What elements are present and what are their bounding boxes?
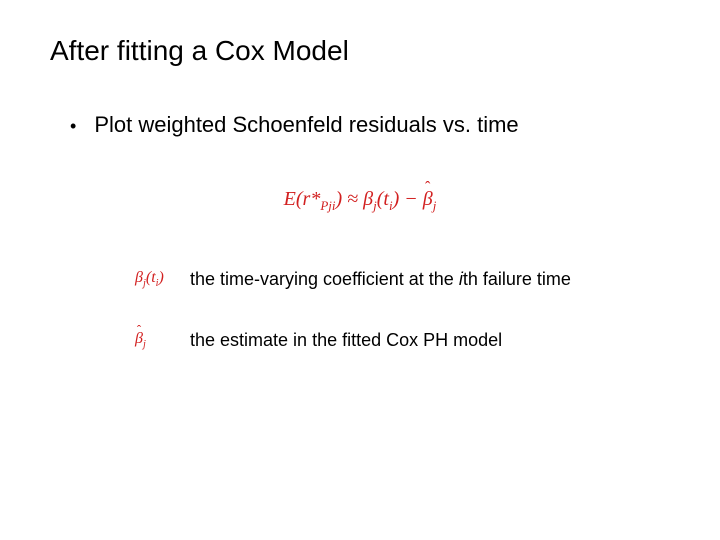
definition-text-timevarying: the time-varying coefficient at the ith … — [190, 269, 571, 290]
slide-title: After fitting a Cox Model — [50, 35, 670, 67]
bullet-text: Plot weighted Schoenfeld residuals vs. t… — [94, 112, 518, 138]
definition-timevarying: βj(ti) the time-varying coefficient at t… — [135, 269, 670, 290]
equation-formula: E(r*Pji) ≈ βj(ti) − ˆβj — [284, 188, 437, 214]
definition-estimate: ˆβj the estimate in the fitted Cox PH mo… — [135, 330, 670, 351]
slide-body: After fitting a Cox Model • Plot weighte… — [0, 0, 720, 351]
bullet-marker: • — [70, 117, 76, 135]
definition-text-estimate: the estimate in the fitted Cox PH model — [190, 330, 502, 351]
definitions-block: βj(ti) the time-varying coefficient at t… — [135, 269, 670, 351]
symbol-beta-hat-j: ˆβj — [135, 330, 190, 350]
def-timevar-prefix: the time-varying coefficient at the — [190, 269, 459, 289]
equation-block: E(r*Pji) ≈ βj(ti) − ˆβj — [50, 188, 670, 214]
symbol-beta-j-ti: βj(ti) — [135, 269, 190, 289]
def-timevar-suffix: th failure time — [463, 269, 571, 289]
bullet-item: • Plot weighted Schoenfeld residuals vs.… — [70, 112, 670, 138]
